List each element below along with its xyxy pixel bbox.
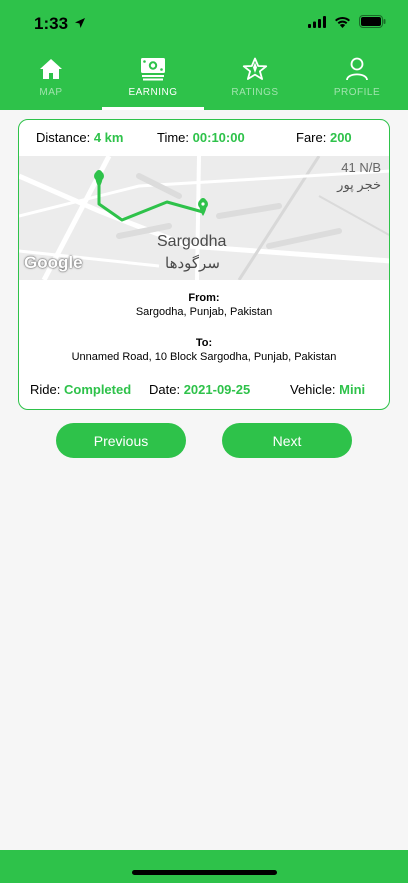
distance-label: Distance:	[36, 130, 91, 145]
ride-status-label: Ride:	[30, 382, 61, 397]
status-time: 1:33	[34, 14, 69, 33]
status-bar: 1:33	[0, 0, 408, 48]
battery-icon	[359, 15, 386, 33]
tab-profile[interactable]: PROFILE	[306, 48, 408, 110]
home-indicator[interactable]	[132, 870, 277, 875]
ride-status-value: Completed	[63, 382, 132, 397]
ride-vehicle-label: Vehicle:	[290, 382, 336, 397]
tab-earning[interactable]: EARNING	[102, 48, 204, 110]
ride-date: Date: 2021-09-25	[149, 382, 250, 397]
tab-ratings[interactable]: RATINGS	[204, 48, 306, 110]
from-label: From:	[188, 292, 220, 304]
ride-stats-row: Distance: 4 km Time: 00:10:00 Fare: 200	[19, 130, 389, 150]
fare-value: 200	[329, 130, 352, 145]
map-area-urdu-label: خجر پور	[337, 177, 381, 192]
to-address: Unnamed Road, 10 Block Sargodha, Punjab,…	[71, 351, 337, 363]
route-map[interactable]: 41 N/B خجر پور Sargodha سرگودھا Google	[19, 156, 389, 280]
fare-stat: Fare: 200	[296, 130, 352, 145]
route-details: From: Sargodha, Punjab, Pakistan To: Unn…	[19, 292, 389, 363]
previous-button[interactable]: Previous	[56, 423, 186, 458]
tab-map-label: MAP	[39, 87, 63, 98]
tab-ratings-label: RATINGS	[231, 87, 279, 98]
map-city-label: Sargodha	[157, 233, 227, 250]
money-icon	[140, 56, 166, 82]
distance-stat: Distance: 4 km	[36, 130, 123, 145]
ride-vehicle: Vehicle: Mini	[290, 382, 365, 397]
to-label: To:	[195, 337, 213, 349]
time-value: 00:10:00	[192, 130, 245, 145]
from-address: Sargodha, Punjab, Pakistan	[135, 306, 273, 318]
tab-bar: MAP EARNING RATINGS PROFILE	[0, 48, 408, 110]
ride-card: Distance: 4 km Time: 00:10:00 Fare: 200	[18, 119, 390, 410]
location-arrow-icon	[74, 16, 86, 34]
tab-map[interactable]: MAP	[0, 48, 102, 110]
home-icon	[39, 56, 63, 82]
ride-date-label: Date:	[149, 382, 181, 397]
map-city-urdu-label: سرگودھا	[165, 255, 220, 272]
bottom-bar	[0, 850, 408, 883]
wifi-icon	[334, 15, 351, 33]
tab-profile-label: PROFILE	[333, 87, 381, 98]
time-stat: Time: 00:10:00	[157, 130, 245, 145]
map-area-label: 41 N/B	[341, 160, 381, 175]
star-icon	[242, 56, 268, 82]
ride-status: Ride: Completed	[30, 382, 131, 397]
distance-value: 4 km	[93, 130, 124, 145]
signal-icon	[308, 15, 326, 33]
time-label: Time:	[157, 130, 190, 145]
fare-label: Fare:	[296, 130, 327, 145]
next-button[interactable]: Next	[222, 423, 352, 458]
ride-date-value: 2021-09-25	[183, 382, 251, 397]
map-attribution-logo: Google	[24, 253, 83, 272]
user-icon	[345, 56, 369, 82]
ride-vehicle-value: Mini	[339, 382, 366, 397]
tab-earning-label: EARNING	[128, 87, 178, 98]
